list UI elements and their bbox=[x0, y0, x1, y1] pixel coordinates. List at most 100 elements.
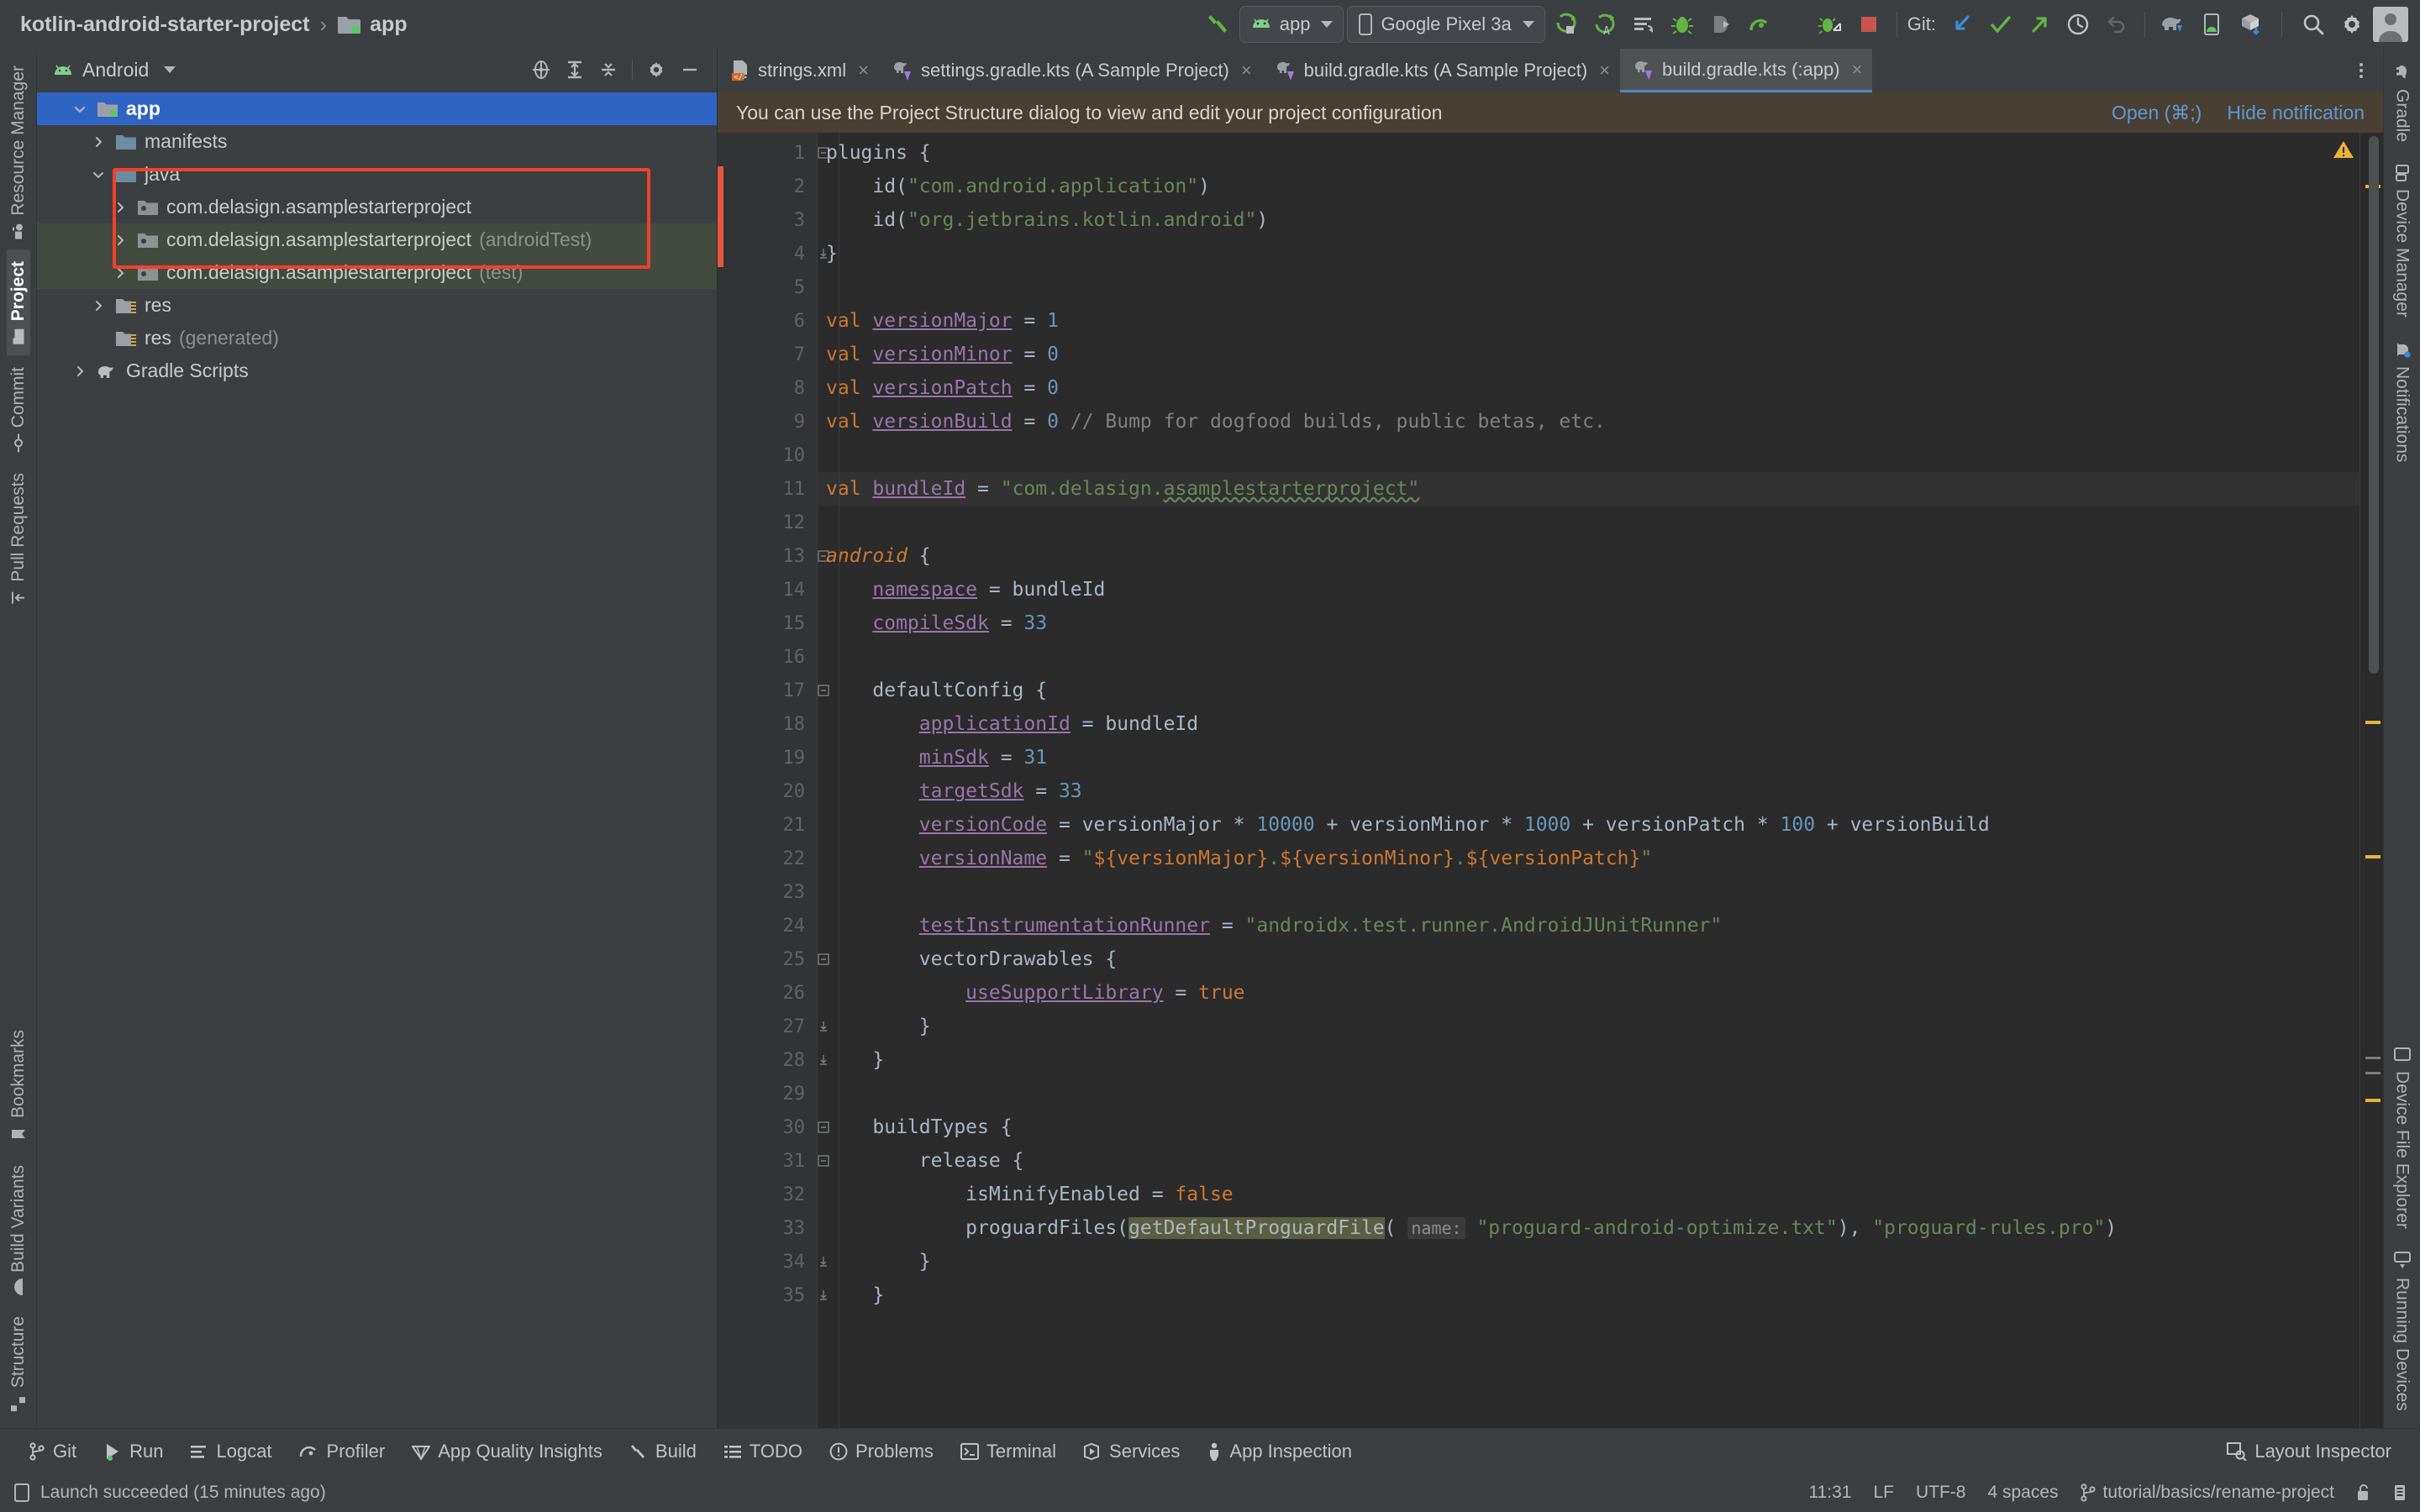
editor-marker-column[interactable] bbox=[2360, 133, 2383, 1428]
code-line[interactable]: buildTypes { bbox=[818, 1110, 2360, 1144]
sidebar-item-commit[interactable]: Commit bbox=[7, 355, 30, 461]
debug-button[interactable] bbox=[1665, 7, 1700, 42]
editor-scrollbar-thumb[interactable] bbox=[2369, 136, 2379, 674]
warning-marker[interactable] bbox=[2365, 855, 2381, 858]
chevron-down-icon[interactable] bbox=[71, 102, 89, 116]
line-number[interactable]: 1 bbox=[718, 136, 829, 170]
chevron-down-icon[interactable] bbox=[164, 66, 176, 73]
caret-position[interactable]: 11:31 bbox=[1808, 1483, 1851, 1503]
code-line[interactable]: plugins { bbox=[818, 136, 2360, 170]
chevron-right-icon[interactable] bbox=[89, 299, 108, 312]
line-number[interactable]: 2 bbox=[718, 170, 817, 203]
line-number[interactable]: 18 bbox=[718, 707, 817, 741]
code-line[interactable]: proguardFiles(getDefaultProguardFile( na… bbox=[818, 1211, 2360, 1245]
sidebar-item-notifications[interactable]: Notifications bbox=[2391, 329, 2414, 474]
code-line[interactable]: id("com.android.application") bbox=[818, 170, 2360, 203]
attach-debugger-button[interactable] bbox=[1703, 7, 1739, 42]
code-line[interactable] bbox=[818, 506, 2360, 539]
git-commit-button[interactable] bbox=[1983, 7, 2018, 42]
line-number-gutter[interactable]: 1 2 3 4 5 6 7 8 9 10 11 12 13 14 15 16 17 18 19 20 21 22 23 24 2… bbox=[718, 133, 829, 1428]
tool-window-button[interactable]: Layout Inspector bbox=[2213, 1435, 2405, 1468]
project-tree[interactable]: app manifests java com.delasign.asamplestar… bbox=[37, 91, 717, 1428]
apply-changes-button[interactable]: A bbox=[1587, 7, 1623, 42]
status-message[interactable]: Launch succeeded (15 minutes ago) bbox=[40, 1483, 326, 1503]
line-number[interactable]: 25 bbox=[718, 942, 829, 976]
code-line[interactable]: val versionBuild = 0 // Bump for dogfood… bbox=[818, 405, 2360, 438]
sidebar-item-structure[interactable]: Structure bbox=[7, 1305, 30, 1423]
code-line[interactable]: isMinifyEnabled = false bbox=[818, 1178, 2360, 1211]
line-number[interactable]: 13 bbox=[718, 539, 829, 573]
stop-button[interactable] bbox=[1851, 7, 1886, 42]
code-line[interactable]: namespace = bundleId bbox=[818, 573, 2360, 606]
tree-node[interactable]: java bbox=[37, 158, 717, 191]
tree-node[interactable]: com.delasign.asamplestarterproject bbox=[37, 191, 717, 223]
tree-node[interactable]: Gradle Scripts bbox=[37, 354, 717, 387]
line-number[interactable]: 15 bbox=[718, 606, 817, 640]
device-selector[interactable]: Google Pixel 3a bbox=[1347, 6, 1545, 43]
line-number[interactable]: 32 bbox=[718, 1178, 817, 1211]
sdk-manager-button[interactable] bbox=[2233, 7, 2268, 42]
tree-node[interactable]: res bbox=[37, 289, 717, 322]
line-number[interactable]: 26 bbox=[718, 976, 817, 1010]
code-editor[interactable]: 1 2 3 4 5 6 7 8 9 10 11 12 13 14 15 16 17 18 19 20 21 22 23 24 2… bbox=[718, 133, 2383, 1428]
line-number[interactable]: 20 bbox=[718, 774, 817, 808]
breadcrumb-module[interactable]: app bbox=[337, 13, 408, 37]
sidebar-item-running-devices[interactable]: Running Devices bbox=[2391, 1241, 2414, 1423]
chevron-right-icon[interactable] bbox=[111, 266, 129, 280]
sidebar-item-pull-requests[interactable]: Pull Requests bbox=[7, 461, 30, 617]
breadcrumb-project[interactable]: kotlin-android-starter-project bbox=[20, 13, 309, 37]
line-number[interactable]: 28 bbox=[718, 1043, 827, 1077]
line-number[interactable]: 7 bbox=[718, 338, 817, 371]
project-view-selector-label[interactable]: Android bbox=[82, 59, 149, 81]
tree-node[interactable]: com.delasign.asamplestarterproject (andr… bbox=[37, 223, 717, 256]
editor-tab[interactable]: build.gradle.kts (:app) × bbox=[1620, 49, 1873, 92]
sidebar-item-resource-manager[interactable]: Resource Manager bbox=[7, 54, 30, 249]
expand-all-button[interactable] bbox=[560, 55, 590, 85]
chevron-right-icon[interactable] bbox=[71, 365, 89, 378]
gradle-sync-button[interactable] bbox=[2155, 7, 2191, 42]
code-line[interactable]: versionName = " ${versionMajor}. ${version… bbox=[818, 842, 2360, 875]
line-number[interactable]: 21 bbox=[718, 808, 817, 842]
line-separator[interactable]: LF bbox=[1873, 1483, 1894, 1503]
line-number[interactable]: 27 bbox=[718, 1010, 827, 1043]
editor-tab[interactable]: build.gradle.kts (A Sample Project) × bbox=[1262, 49, 1620, 92]
profile-dropdown-button[interactable] bbox=[1781, 7, 1809, 42]
memory-icon[interactable] bbox=[2393, 1483, 2407, 1502]
line-number[interactable]: 14 bbox=[718, 573, 817, 606]
logcat-button[interactable] bbox=[1626, 7, 1661, 42]
chevron-right-icon[interactable] bbox=[89, 135, 108, 149]
line-number[interactable]: 19 bbox=[718, 741, 817, 774]
run-configuration-selector[interactable]: app bbox=[1239, 6, 1344, 43]
collapse-all-button[interactable] bbox=[593, 55, 623, 85]
sidebar-item-bookmarks[interactable]: Bookmarks bbox=[7, 1018, 30, 1153]
code-line[interactable]: } bbox=[818, 1010, 2360, 1043]
warning-marker[interactable] bbox=[2365, 1099, 2381, 1102]
close-icon[interactable]: × bbox=[858, 60, 869, 81]
code-line[interactable] bbox=[818, 270, 2360, 304]
line-number[interactable]: 34 bbox=[718, 1245, 827, 1278]
line-number[interactable]: 12 bbox=[718, 506, 817, 539]
tool-window-button[interactable]: Problems bbox=[816, 1435, 947, 1468]
tree-node[interactable]: com.delasign.asamplestarterproject (test… bbox=[37, 256, 717, 289]
code-line[interactable]: val versionPatch = 0 bbox=[818, 371, 2360, 405]
warning-triangle-icon[interactable] bbox=[2333, 139, 2354, 160]
line-number[interactable]: 17 bbox=[718, 674, 829, 707]
sidebar-item-device-file-explorer[interactable]: Device File Explorer bbox=[2391, 1034, 2414, 1241]
chevron-right-icon[interactable] bbox=[111, 201, 129, 214]
code-line[interactable]: } bbox=[818, 1278, 2360, 1312]
chevron-down-icon[interactable] bbox=[89, 168, 108, 181]
line-number[interactable]: 22 bbox=[718, 842, 817, 875]
line-number[interactable]: 10 bbox=[718, 438, 817, 472]
tool-window-button[interactable]: Terminal bbox=[947, 1435, 1070, 1468]
line-number[interactable]: 31 bbox=[718, 1144, 829, 1178]
line-number[interactable]: 35 bbox=[718, 1278, 827, 1312]
code-line[interactable]: minSdk = 31 bbox=[818, 741, 2360, 774]
code-content[interactable]: plugins { id("com.android.application") … bbox=[817, 133, 2360, 1428]
search-everywhere-button[interactable] bbox=[2296, 7, 2331, 42]
line-number[interactable]: 23 bbox=[718, 875, 817, 909]
settings-button[interactable] bbox=[2334, 7, 2370, 42]
code-line[interactable]: android { bbox=[818, 539, 2360, 573]
code-line[interactable]: } bbox=[818, 1043, 2360, 1077]
panel-settings-button[interactable] bbox=[641, 55, 671, 85]
tool-window-button[interactable]: TODO bbox=[710, 1435, 816, 1468]
